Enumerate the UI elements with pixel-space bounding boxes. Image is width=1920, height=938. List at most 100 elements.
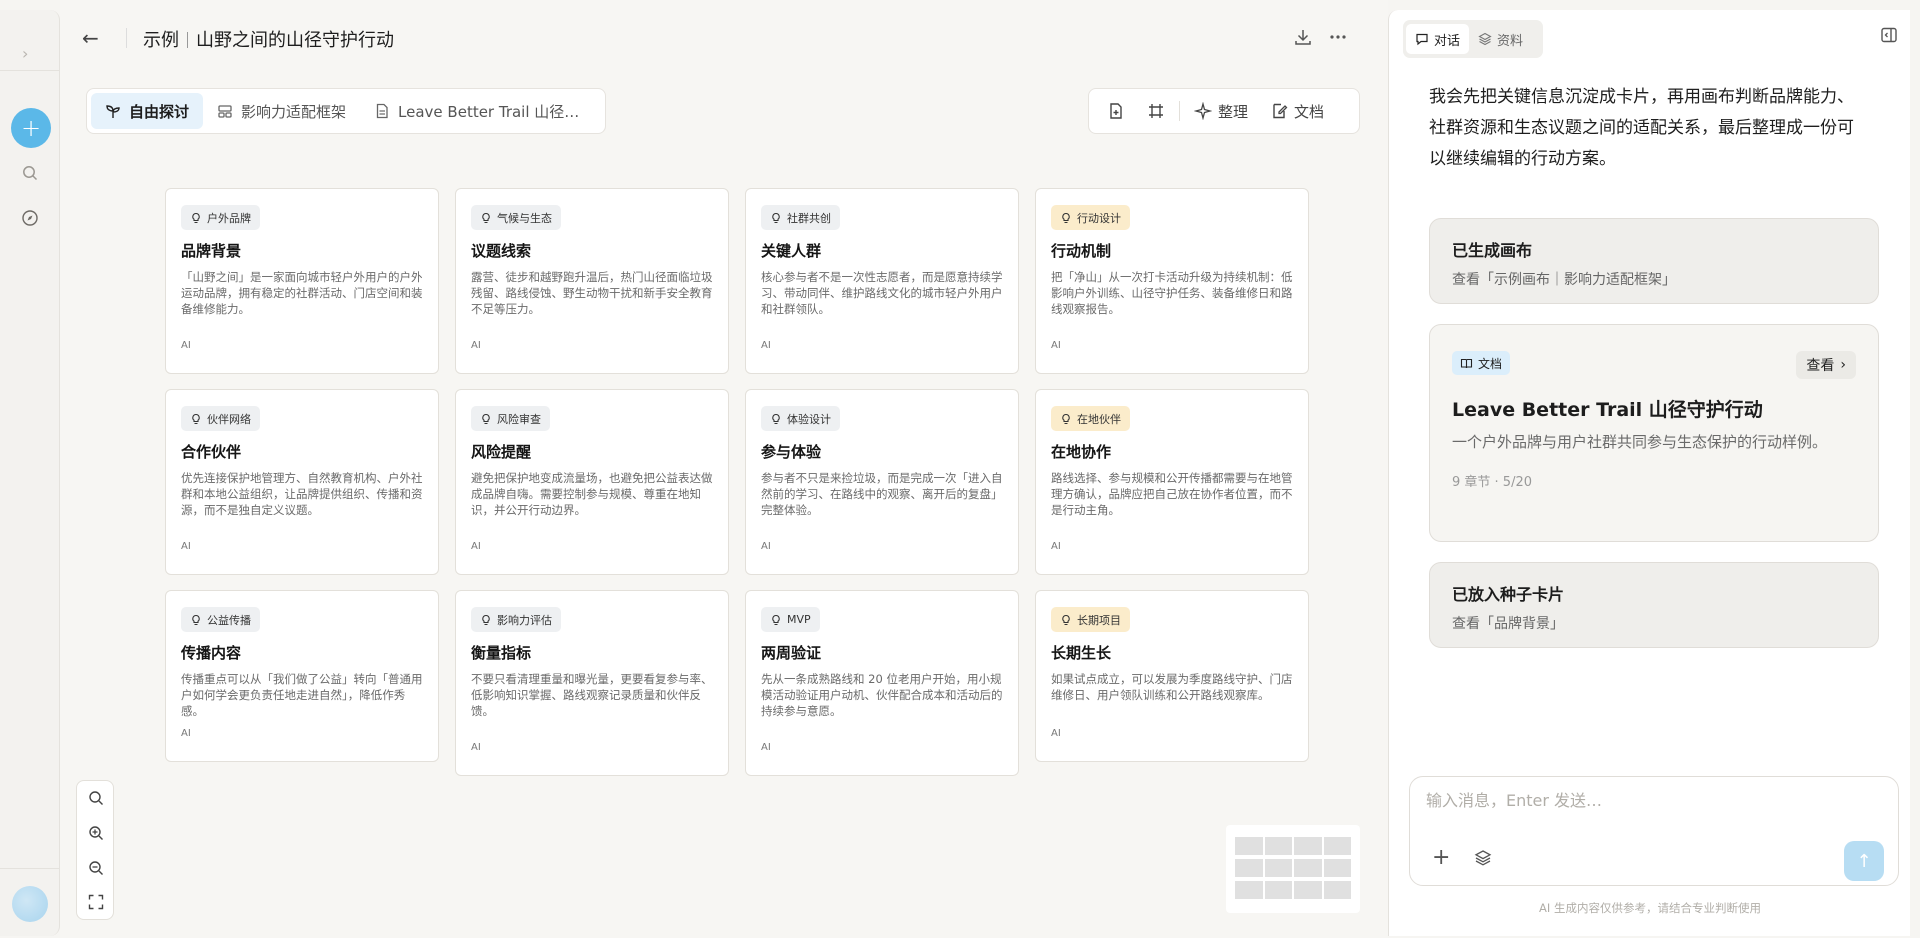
top-bar: ← 示例 山野之间的山径守护行动: [60, 0, 1388, 76]
search-icon[interactable]: [21, 164, 39, 182]
document-title: Leave Better Trail 山径守护行动: [1452, 399, 1763, 421]
lightbulb-icon: [1062, 614, 1070, 625]
add-attachment-icon[interactable]: +: [1432, 845, 1450, 870]
back-arrow-icon[interactable]: ←: [82, 26, 99, 50]
view-document-button[interactable]: 查看 ›: [1796, 351, 1856, 379]
block-title: 已放入种子卡片: [1452, 585, 1565, 604]
tab-label: Leave Better Trail 山径…: [398, 102, 580, 121]
send-button[interactable]: ↑: [1844, 841, 1884, 881]
book-icon: [1460, 358, 1473, 368]
more-icon[interactable]: [1327, 26, 1349, 48]
document-meta: 9 章节 · 5/20: [1452, 475, 1532, 490]
tab-document[interactable]: Leave Better Trail 山径…: [360, 93, 593, 129]
organize-button[interactable]: 整理: [1186, 93, 1256, 129]
card-action-mechanism[interactable]: 行动设计 行动机制 把「净山」从一次打卡活动升级为持续机制：低影响户外训练、山径…: [1035, 188, 1309, 374]
zoom-out-icon[interactable]: [87, 859, 105, 877]
card-risk-reminder[interactable]: 风险审查 风险提醒 避免把保护地变成流量场，也避免把公益表达做成品牌自嗨。需要控…: [455, 389, 729, 575]
fullscreen-icon[interactable]: [87, 893, 105, 911]
ai-badge: AI: [181, 340, 191, 351]
layers-icon: [1478, 32, 1492, 46]
frame-button[interactable]: [1139, 93, 1173, 129]
card-tag: 体验设计: [761, 406, 840, 431]
card-local-collab[interactable]: 在地伙伴 在地协作 路线选择、参与规模和公开传播都需要与在地管理方确认，品牌应把…: [1035, 389, 1309, 575]
card-tag: 社群共创: [761, 205, 840, 230]
tab-impact-framework[interactable]: 影响力适配框架: [203, 93, 360, 129]
card-title: 品牌背景: [181, 242, 242, 260]
card-tag: 在地伙伴: [1051, 406, 1130, 431]
message-input[interactable]: [1426, 791, 1866, 810]
lightbulb-icon: [772, 413, 780, 424]
card-body: 优先连接保护地管理方、自然教育机构、户外社群和本地公益组织，让品牌提供组织、传播…: [181, 471, 423, 517]
download-icon[interactable]: [1292, 26, 1314, 48]
card-title: 衡量指标: [471, 644, 532, 662]
minimap[interactable]: [1226, 825, 1360, 913]
file-add-icon: [1110, 103, 1122, 119]
ai-badge: AI: [761, 340, 771, 351]
panel-toggle-icon[interactable]: [1880, 26, 1898, 44]
arrow-up-icon: ↑: [1856, 850, 1872, 872]
edit-document-icon: [1273, 103, 1288, 119]
card-title: 议题线索: [471, 242, 532, 260]
card-title: 风险提醒: [471, 443, 532, 461]
breadcrumb-parent[interactable]: 示例: [143, 30, 179, 51]
left-rail: › +: [0, 10, 60, 936]
card-title: 关键人群: [761, 242, 822, 260]
card-partners[interactable]: 伙伴网络 合作伙伴 优先连接保护地管理方、自然教育机构、户外社群和本地公益组织，…: [165, 389, 439, 575]
lightbulb-icon: [192, 614, 200, 625]
ai-badge: AI: [1051, 541, 1061, 552]
card-issue-clues[interactable]: 气候与生态 议题线索 露营、徒步和越野跑升温后，热门山径面临垃圾残留、路线侵蚀、…: [455, 188, 729, 374]
lightbulb-icon: [772, 212, 780, 223]
layers-icon[interactable]: [1474, 849, 1492, 867]
canvas-tabs: 自由探讨 影响力适配框架 Leave Better Trail 山径…: [86, 88, 606, 134]
card-title: 传播内容: [181, 644, 242, 662]
document-label: 文档: [1294, 102, 1325, 121]
lightbulb-icon: [1062, 212, 1070, 223]
card-brand-background[interactable]: 户外品牌 品牌背景 「山野之间」是一家面向城市轻户外用户的户外运动品牌，拥有稳定…: [165, 188, 439, 374]
search-icon[interactable]: [87, 789, 105, 807]
card-body: 「山野之间」是一家面向城市轻户外用户的户外运动品牌，拥有稳定的社群活动、门店空间…: [181, 270, 423, 316]
card-title: 在地协作: [1051, 443, 1112, 461]
card-metrics[interactable]: 影响力评估 衡量指标 不要只看清理重量和曝光量，更要看复参与率、低影响知识掌握、…: [455, 590, 729, 776]
add-page-button[interactable]: [1099, 93, 1133, 129]
document-icon: [376, 103, 388, 119]
card-two-week-test[interactable]: MVP 两周验证 先从一条成熟路线和 20 位老用户开始，用小规模活动验证用户动…: [745, 590, 1019, 776]
card-body: 避免把保护地变成流量场，也避免把公益表达做成品牌自嗨。需要控制参与规模、尊重在地…: [471, 471, 713, 517]
generated-canvas-card[interactable]: 已生成画布 查看「示例画布｜影响力适配框架」: [1429, 218, 1879, 304]
document-card[interactable]: 文档 查看 › Leave Better Trail 山径守护行动 一个户外品牌与…: [1429, 324, 1879, 542]
card-tag: 户外品牌: [181, 205, 260, 230]
card-body: 路线选择、参与规模和公开传播都需要与在地管理方确认，品牌应把自己放在协作者位置，…: [1051, 471, 1293, 517]
tab-free-discussion[interactable]: 自由探讨: [91, 93, 204, 129]
card-body: 参与者不只是来捡垃圾，而是完成一次「进入自然前的学习、在路线中的观察、离开后的复…: [761, 471, 1003, 517]
chat-bubble-icon: [1416, 33, 1428, 46]
document-button[interactable]: 文档: [1262, 93, 1332, 129]
page-title: 示例 山野之间的山径守护行动: [143, 26, 394, 52]
card-tag: 伙伴网络: [181, 406, 260, 431]
card-long-term[interactable]: 长期项目 长期生长 如果试点成立，可以发展为季度路线守护、门店维修日、用户领队训…: [1035, 590, 1309, 762]
avatar[interactable]: [12, 886, 48, 922]
title-text: 山野之间的山径守护行动: [196, 30, 394, 51]
tab-chat[interactable]: 对话: [1406, 24, 1470, 54]
compass-icon[interactable]: [21, 209, 39, 227]
card-participation[interactable]: 体验设计 参与体验 参与者不只是来捡垃圾，而是完成一次「进入自然前的学习、在路线…: [745, 389, 1019, 575]
card-body: 把「净山」从一次打卡活动升级为持续机制：低影响户外训练、山径守护任务、装备维修日…: [1051, 270, 1293, 316]
divider: [126, 28, 127, 48]
card-title: 合作伙伴: [181, 443, 242, 461]
chevron-right-icon[interactable]: ›: [22, 44, 28, 63]
document-chip: 文档: [1452, 351, 1511, 375]
panel-tabs: 对话 资料: [1403, 20, 1543, 58]
tab-materials[interactable]: 资料: [1469, 24, 1532, 54]
ai-badge: AI: [1051, 728, 1061, 739]
lightbulb-icon: [772, 614, 780, 625]
rail-divider: [0, 868, 60, 869]
message-composer: + ↑: [1409, 776, 1899, 886]
seed-card-block[interactable]: 已放入种子卡片 查看「品牌背景」: [1429, 562, 1879, 648]
card-tag: 公益传播: [181, 607, 260, 632]
card-key-people[interactable]: 社群共创 关键人群 核心参与者不是一次性志愿者，而是愿意持续学习、带动同伴、维护…: [745, 188, 1019, 374]
canvas-area: ← 示例 山野之间的山径守护行动 自由探讨 影响力适配框架 Leave Bette…: [60, 0, 1388, 938]
new-chat-button[interactable]: +: [11, 108, 51, 148]
ai-badge: AI: [471, 742, 481, 753]
card-communication[interactable]: 公益传播 传播内容 传播重点可以从「我们做了公益」转向「普通用户如何学会更负责任…: [165, 590, 439, 762]
layout-icon: [218, 105, 232, 118]
zoom-in-icon[interactable]: [87, 824, 105, 842]
ai-badge: AI: [471, 340, 481, 351]
